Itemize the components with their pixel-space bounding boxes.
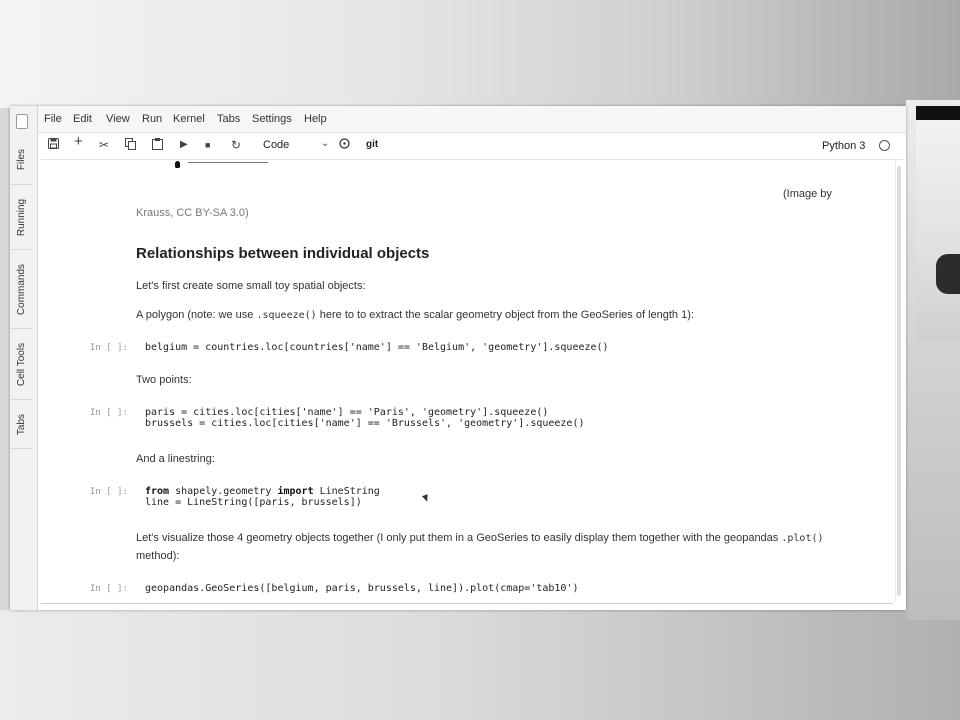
restart-icon[interactable]: ↻ xyxy=(231,138,241,152)
left-sidebar: Files Running Commands Cell Tools Tabs xyxy=(10,106,38,610)
keyword: import xyxy=(277,486,314,497)
sidebar-tab-commands[interactable]: Commands xyxy=(11,250,33,329)
sidebar-toggle-icon[interactable] xyxy=(16,114,28,129)
code-cell-2[interactable]: paris = cities.loc[cities['name'] == 'Pa… xyxy=(145,407,585,429)
sidebar-tab-label: Running xyxy=(16,198,28,236)
cut-icon[interactable]: ✂ xyxy=(99,138,109,152)
adjacent-window-titlebar xyxy=(916,106,960,120)
code-cell-3[interactable]: from shapely.geometry import LineString l… xyxy=(145,486,380,508)
background-bottom xyxy=(0,610,960,720)
kernel-status-icon xyxy=(879,140,890,151)
keyword: from xyxy=(145,486,170,497)
inline-code: .plot() xyxy=(781,533,824,544)
notebook-toolbar: + ✂ ▶ ■ ↻ Code ⌄ git Python 3 xyxy=(41,133,903,160)
intro-text: Let's first create some small toy spatia… xyxy=(136,280,366,292)
git-button[interactable]: git xyxy=(366,139,378,150)
menu-kernel[interactable]: Kernel xyxy=(173,113,205,125)
sidebar-tab-cell-tools[interactable]: Cell Tools xyxy=(11,329,33,400)
jupyterlab-window: File Edit View Run Kernel Tabs Settings … xyxy=(10,106,906,610)
copy-icon[interactable] xyxy=(125,138,136,153)
section-heading: Relationships between individual objects xyxy=(136,245,430,262)
linestring-text: And a linestring: xyxy=(136,453,215,465)
notebook-content: (Image by Krauss, CC BY-SA 3.0) Relation… xyxy=(41,160,903,610)
menu-help[interactable]: Help xyxy=(304,113,327,125)
sidebar-tab-label: Cell Tools xyxy=(16,342,28,386)
code-line: line = LineString([paris, brussels]) xyxy=(145,497,362,508)
notebook-bottom-border xyxy=(41,603,893,604)
run-icon[interactable]: ▶ xyxy=(180,138,188,152)
code-line: brussels = cities.loc[cities['name'] == … xyxy=(145,418,585,429)
code-cell-4[interactable]: geopandas.GeoSeries([belgium, paris, bru… xyxy=(145,583,578,594)
sidebar-tab-files[interactable]: Files xyxy=(11,134,33,185)
adjacent-window xyxy=(916,106,960,342)
cell-type-select[interactable]: Code xyxy=(263,139,289,151)
visualize-text: Let's visualize those 4 geometry objects… xyxy=(136,532,824,544)
code-cell-1[interactable]: belgium = countries.loc[countries['name'… xyxy=(145,342,609,353)
sidebar-tab-running[interactable]: Running xyxy=(11,185,33,250)
cell-prompt: In [ ]: xyxy=(90,343,128,353)
cell-prompt: In [ ]: xyxy=(90,408,128,418)
menu-bar: File Edit View Run Kernel Tabs Settings … xyxy=(10,106,906,133)
polygon-note: A polygon (note: we use .squeeze() here … xyxy=(136,309,694,321)
cell-prompt: In [ ]: xyxy=(90,584,128,594)
menu-view[interactable]: View xyxy=(106,113,130,125)
chevron-down-icon[interactable]: ⌄ xyxy=(321,138,329,149)
sidebar-tab-tabs[interactable]: Tabs xyxy=(11,400,33,449)
image-caption-suffix: Krauss, CC BY-SA 3.0) xyxy=(136,207,249,219)
visualize-text-cont: method): xyxy=(136,550,180,562)
sidebar-tab-label: Commands xyxy=(16,263,28,315)
code-line: paris = cities.loc[cities['name'] == 'Pa… xyxy=(145,407,549,418)
two-points-text: Two points: xyxy=(136,374,192,386)
image-caption-prefix: (Image by xyxy=(783,188,832,200)
menu-file[interactable]: File xyxy=(44,113,62,125)
sidebar-tab-label: Files xyxy=(16,148,28,170)
inline-code: .squeeze() xyxy=(256,310,317,321)
cell-prompt: In [ ]: xyxy=(90,487,128,497)
kernel-name[interactable]: Python 3 xyxy=(822,140,865,152)
background-top xyxy=(0,0,960,108)
stop-icon[interactable]: ■ xyxy=(205,138,210,152)
adjacent-window-object xyxy=(936,254,960,294)
menu-run[interactable]: Run xyxy=(142,113,162,125)
menu-tabs[interactable]: Tabs xyxy=(217,113,240,125)
clock-icon[interactable] xyxy=(339,138,350,152)
code-line: from shapely.geometry import LineString xyxy=(145,486,380,497)
paste-icon[interactable] xyxy=(152,138,163,153)
sidebar-tab-label: Tabs xyxy=(16,413,28,435)
add-cell-icon[interactable]: + xyxy=(74,134,83,149)
save-icon[interactable] xyxy=(48,138,59,152)
menu-edit[interactable]: Edit xyxy=(73,113,92,125)
scrollbar-thumb[interactable] xyxy=(897,166,901,596)
menu-settings[interactable]: Settings xyxy=(252,113,292,125)
